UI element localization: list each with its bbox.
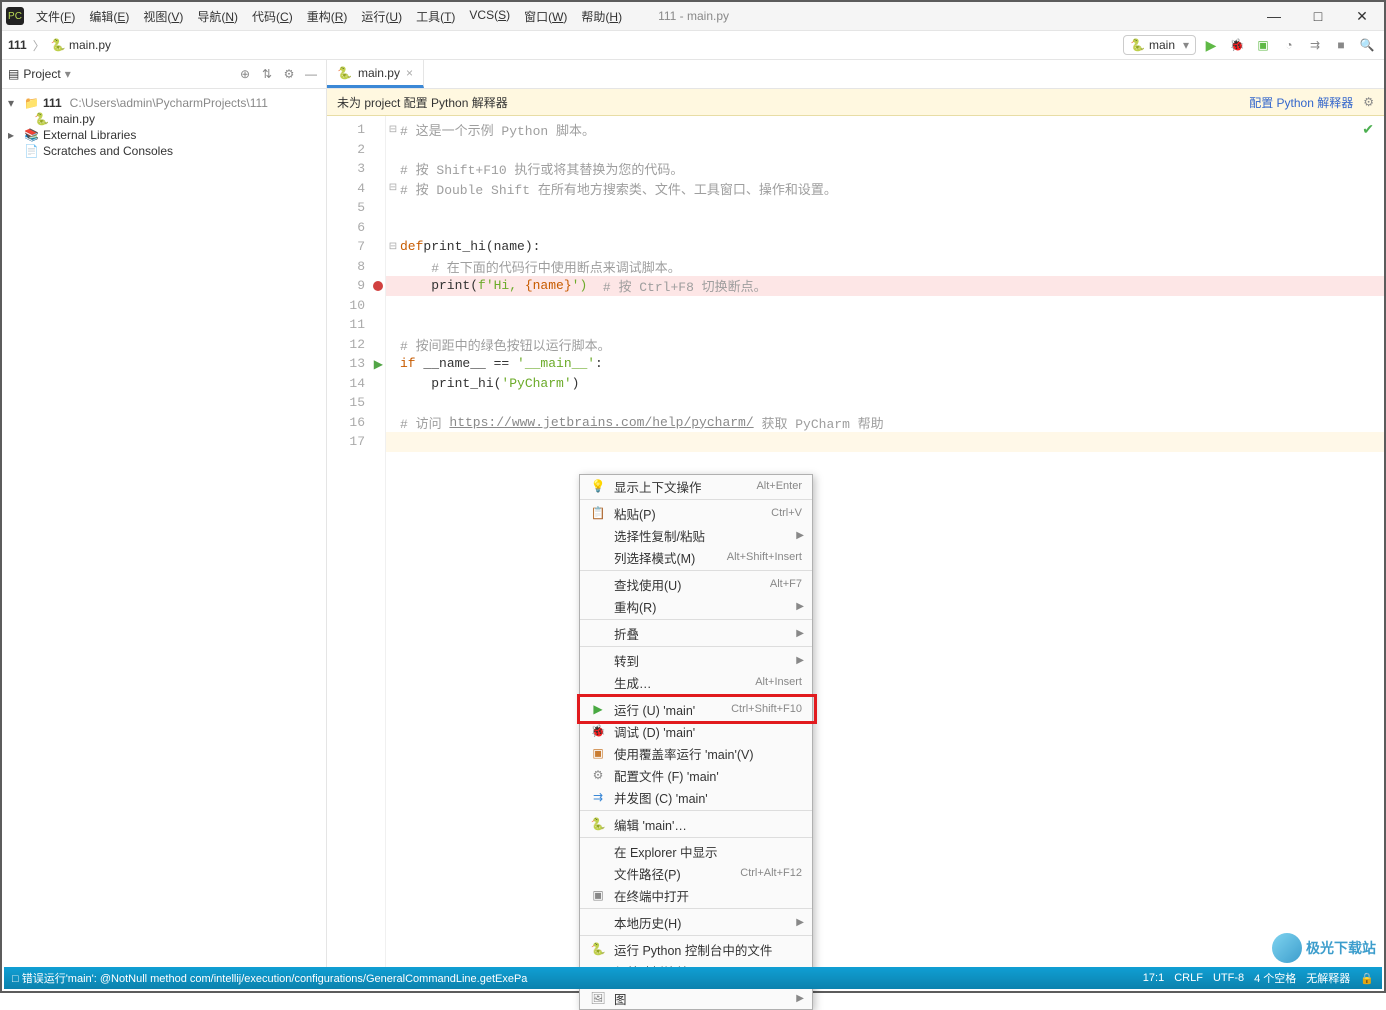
- menu-t[interactable]: 工具(T): [410, 6, 461, 27]
- tab-label: main.py: [358, 66, 400, 80]
- project-dropdown-icon[interactable]: ▾: [65, 67, 71, 81]
- ctx-item[interactable]: 📋粘贴(P)Ctrl+V: [580, 502, 812, 524]
- ctx-item[interactable]: ▶运行 (U) 'main'Ctrl+Shift+F10: [580, 698, 812, 720]
- inspection-ok-icon[interactable]: ✔: [1362, 122, 1374, 139]
- menu-v[interactable]: 视图(V): [137, 6, 189, 27]
- menu-s[interactable]: VCS(S): [463, 6, 516, 27]
- ctx-item[interactable]: 本地历史(H)▶: [580, 911, 812, 933]
- tab-main[interactable]: 🐍 main.py ×: [327, 60, 424, 88]
- menu-f[interactable]: 文件(F): [30, 6, 81, 27]
- window-title: 111 - main.py: [658, 9, 729, 23]
- status-caret[interactable]: 17:1: [1143, 972, 1164, 984]
- breadcrumb: 111 〉 🐍 main.py: [8, 37, 111, 54]
- ctx-item[interactable]: 生成…Alt+Insert: [580, 671, 812, 693]
- menu-h[interactable]: 帮助(H): [575, 6, 628, 27]
- ctx-item[interactable]: 转到▶: [580, 649, 812, 671]
- status-interpreter[interactable]: 无解释器: [1306, 970, 1350, 986]
- status-indent[interactable]: 4 个空格: [1254, 970, 1296, 986]
- watermark: 极光下载站: [1272, 933, 1376, 963]
- watermark-icon: [1272, 933, 1302, 963]
- navbar: 111 〉 🐍 main.py 🐍 main ▶ 🐞 ▣ ◔ ⇉ ■ 🔍: [2, 31, 1384, 60]
- interpreter-banner: 未为 project 配置 Python 解释器 配置 Python 解释器 ⚙: [327, 89, 1384, 116]
- project-header: ▤ Project ▾ ⊕ ⇅ ⚙ —: [2, 60, 326, 89]
- run-button[interactable]: ▶: [1200, 34, 1222, 56]
- ctx-item[interactable]: 🐍编辑 'main'…: [580, 813, 812, 835]
- debug-button[interactable]: 🐞: [1226, 34, 1248, 56]
- breadcrumb-project[interactable]: 111: [8, 38, 27, 52]
- ctx-item[interactable]: 文件路径(P)Ctrl+Alt+F12: [580, 862, 812, 884]
- menu-r[interactable]: 重构(R): [301, 6, 354, 27]
- ctx-item[interactable]: 🐍运行 Python 控制台中的文件: [580, 938, 812, 960]
- stop-button[interactable]: ■: [1330, 34, 1352, 56]
- ctx-item[interactable]: ⚙配置文件 (F) 'main': [580, 764, 812, 786]
- editor: 🐍 main.py × 未为 project 配置 Python 解释器 配置 …: [327, 60, 1384, 971]
- ctx-item[interactable]: 重构(R)▶: [580, 595, 812, 617]
- tree-scratches[interactable]: 📄Scratches and Consoles: [2, 143, 326, 159]
- watermark-text: 极光下载站: [1306, 938, 1376, 958]
- project-icon: ▤: [8, 67, 19, 81]
- banner-settings-icon[interactable]: ⚙: [1363, 95, 1374, 109]
- ctx-item[interactable]: 🐞调试 (D) 'main': [580, 720, 812, 742]
- menu-w[interactable]: 窗口(W): [518, 6, 573, 27]
- tab-close-icon[interactable]: ×: [406, 66, 413, 80]
- project-tree: ▾📁 111 C:\Users\admin\PycharmProjects\11…: [2, 89, 326, 971]
- ctx-item[interactable]: ▣在终端中打开: [580, 884, 812, 906]
- maximize-button[interactable]: □: [1296, 2, 1340, 30]
- tree-root[interactable]: ▾📁 111 C:\Users\admin\PycharmProjects\11…: [2, 95, 326, 111]
- context-menu: 💡显示上下文操作Alt+Enter 📋粘贴(P)Ctrl+V选择性复制/粘贴▶列选…: [579, 474, 813, 1010]
- status-message: □ 错误运行'main': @NotNull method com/intell…: [12, 970, 527, 986]
- coverage-button[interactable]: ▣: [1252, 34, 1274, 56]
- code[interactable]: ⊟# 这是一个示例 Python 脚本。# 按 Shift+F10 执行或将其替…: [386, 116, 1384, 971]
- search-everywhere-button[interactable]: 🔍: [1356, 34, 1378, 56]
- expand-icon[interactable]: ⇅: [258, 65, 276, 83]
- titlebar: PC 文件(F)编辑(E)视图(V)导航(N)代码(C)重构(R)运行(U)工具…: [2, 2, 1384, 31]
- ctx-item[interactable]: 列选择模式(M)Alt+Shift+Insert: [580, 546, 812, 568]
- minimize-button[interactable]: —: [1252, 2, 1296, 30]
- hide-icon[interactable]: —: [302, 65, 320, 83]
- menu-u[interactable]: 运行(U): [355, 6, 408, 27]
- run-toolbar: 🐍 main ▶ 🐞 ▣ ◔ ⇉ ■ 🔍: [1123, 34, 1378, 56]
- ctx-item[interactable]: 折叠▶: [580, 622, 812, 644]
- ctx-item[interactable]: ⇉并发图 (C) 'main': [580, 786, 812, 808]
- ctx-item[interactable]: 选择性复制/粘贴▶: [580, 524, 812, 546]
- python-file-icon: 🐍: [337, 66, 352, 80]
- close-button[interactable]: ✕: [1340, 2, 1384, 30]
- tree-external-libraries[interactable]: ▸📚External Libraries: [2, 127, 326, 143]
- statusbar: □ 错误运行'main': @NotNull method com/intell…: [4, 967, 1382, 989]
- breadcrumb-file[interactable]: 🐍 main.py: [51, 38, 111, 52]
- menu-e[interactable]: 编辑(E): [83, 6, 135, 27]
- project-title: Project: [23, 67, 60, 81]
- menu-c[interactable]: 代码(C): [246, 6, 299, 27]
- profile-button[interactable]: ◔: [1278, 34, 1300, 56]
- run-config-select[interactable]: 🐍 main: [1123, 35, 1196, 55]
- gutter[interactable]: 12345678910111213▶14151617: [327, 116, 386, 971]
- breadcrumb-sep: 〉: [33, 37, 45, 54]
- ctx-item[interactable]: ▣使用覆盖率运行 'main'(V): [580, 742, 812, 764]
- status-lineend[interactable]: CRLF: [1174, 972, 1203, 984]
- tree-file-main[interactable]: 🐍main.py: [2, 111, 326, 127]
- locate-icon[interactable]: ⊕: [236, 65, 254, 83]
- status-encoding[interactable]: UTF-8: [1213, 972, 1244, 984]
- code-area[interactable]: ✔ 12345678910111213▶14151617 ⊟# 这是一个示例 P…: [327, 116, 1384, 971]
- ctx-item[interactable]: 💡显示上下文操作Alt+Enter: [580, 475, 812, 497]
- editor-tabs: 🐍 main.py ×: [327, 60, 1384, 89]
- menubar: 文件(F)编辑(E)视图(V)导航(N)代码(C)重构(R)运行(U)工具(T)…: [30, 6, 628, 27]
- concurrency-button[interactable]: ⇉: [1304, 34, 1326, 56]
- window-controls: — □ ✕: [1252, 2, 1384, 30]
- ctx-item[interactable]: 查找使用(U)Alt+F7: [580, 573, 812, 595]
- status-lock-icon: 🔒: [1360, 972, 1374, 985]
- banner-link[interactable]: 配置 Python 解释器: [1249, 94, 1353, 111]
- banner-text: 未为 project 配置 Python 解释器: [337, 94, 508, 111]
- menu-n[interactable]: 导航(N): [191, 6, 244, 27]
- settings-icon[interactable]: ⚙: [280, 65, 298, 83]
- app-logo-icon: PC: [6, 7, 24, 25]
- ctx-item[interactable]: 在 Explorer 中显示: [580, 840, 812, 862]
- project-sidebar: ▤ Project ▾ ⊕ ⇅ ⚙ — ▾📁 111 C:\Users\admi…: [2, 60, 327, 971]
- ctx-item[interactable]: 🖼图▶: [580, 987, 812, 1009]
